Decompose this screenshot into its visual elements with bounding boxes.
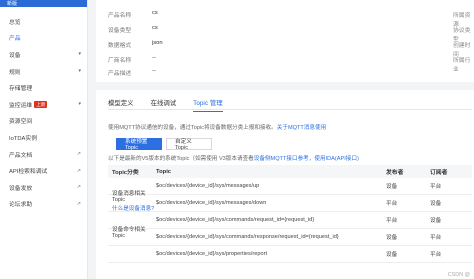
group-command-label: 设备命令相关Topic <box>112 227 146 239</box>
tab-topic-management[interactable]: Topic 管理 <box>193 97 224 112</box>
info-right-industry: 所属行业 <box>453 58 471 73</box>
chevron-down-icon: ▾ <box>78 68 81 75</box>
tab-online-debug[interactable]: 在线调试 <box>151 97 177 109</box>
info-row-description: 产品描述 -- <box>108 68 156 77</box>
header-category: Topic分类 <box>112 170 139 176</box>
table-row: $oc/devices/{device_id}/sys/commands/res… <box>108 229 472 246</box>
header-publisher: 发布者 <box>386 170 404 176</box>
sidebar: 新版 总览 产品 设备 ▾ 规则 ▾ 存储管理 监控运维 上新 ▾ 资源空间 IoTDA… <box>0 0 88 279</box>
custom-topic-button[interactable]: 自定义Topic <box>166 138 212 151</box>
sidebar-item-docs[interactable]: 产品文档 ↗ <box>0 146 87 163</box>
product-info-card: 产品名称 cs 设备类型 cs 数据格式 json 厂商名称 -- 产品描述 -- 所属资… <box>96 0 474 82</box>
info-row-device-type: 设备类型 cs <box>108 25 158 34</box>
header-subscriber: 订阅者 <box>430 170 448 176</box>
sidebar-item-overview[interactable]: 总览 <box>0 13 87 30</box>
main-content: 产品名称 cs 设备类型 cs 数据格式 json 厂商名称 -- 产品描述 -- 所属资… <box>88 0 474 279</box>
header-topic: Topic <box>156 168 172 175</box>
external-link-icon: ↗ <box>76 184 81 191</box>
info-row-vendor: 厂商名称 -- <box>108 55 156 64</box>
topic-type-toggle: 系统预置Topic 自定义Topic <box>116 138 212 151</box>
mqtt-reference-link[interactable]: 设备侧MQTT接口参考，使用IDA(API接口) <box>254 156 359 162</box>
group-command: 设备命令相关Topic <box>108 225 156 239</box>
table-row: $oc/devices/{device_id}/sys/messages/dow… <box>108 195 472 212</box>
table-row: $oc/devices/{device_id}/sys/commands/req… <box>108 212 472 229</box>
new-badge: 上新 <box>34 100 48 108</box>
tab-bar: 模型定义 在线调试 Topic 管理 <box>108 97 472 112</box>
sidebar-item-rules[interactable]: 规则 ▾ <box>0 63 87 80</box>
group-message-label: 设备消息相关Topic <box>112 191 146 203</box>
topic-description: 使用MQTT协议通信的设备，通过Topic将设备数据分类上报和接收。关于MQTT… <box>108 125 327 131</box>
sidebar-item-resource-space[interactable]: 资源空间 <box>0 113 87 130</box>
sidebar-item-monitoring[interactable]: 监控运维 上新 ▾ <box>0 96 87 113</box>
table-header: Topic分类 Topic 发布者 订阅者 <box>108 165 472 178</box>
sidebar-header[interactable]: 新版 <box>0 0 87 7</box>
sidebar-item-provisioning[interactable]: 设备发放 ↗ <box>0 179 87 196</box>
sidebar-item-storage[interactable]: 存储管理 <box>0 79 87 96</box>
sidebar-top-label: 新版 <box>7 1 18 7</box>
external-link-icon: ↗ <box>76 151 81 158</box>
table-row: $oc/devices/{device_id}/sys/messages/up 设… <box>108 178 472 195</box>
watermark: CSDN @ <box>447 272 470 278</box>
info-row-name: 产品名称 cs <box>108 10 158 19</box>
what-is-device-message-link[interactable]: 什么是设备消息? <box>112 204 156 212</box>
sidebar-item-forum[interactable]: 论坛求助 ↗ <box>0 196 87 213</box>
sidebar-item-device[interactable]: 设备 ▾ <box>0 46 87 63</box>
sidebar-item-api[interactable]: API检索和调试 ↗ <box>0 162 87 179</box>
mqtt-usage-link[interactable]: 关于MQTT消息使用 <box>277 125 326 131</box>
group-message: 设备消息相关Topic 什么是设备消息? <box>108 189 156 212</box>
tab-model-definition[interactable]: 模型定义 <box>108 97 134 109</box>
info-row-data-format: 数据格式 json <box>108 40 163 49</box>
topic-card: 模型定义 在线调试 Topic 管理 使用MQTT协议通信的设备，通过Topic… <box>96 90 474 279</box>
sidebar-item-product[interactable]: 产品 <box>0 30 87 47</box>
sidebar-item-iotda-instance[interactable]: IoTDA实例 <box>0 129 87 146</box>
system-topic-button[interactable]: 系统预置Topic <box>116 138 162 151</box>
chevron-down-icon: ▾ <box>78 101 81 108</box>
chevron-down-icon: ▾ <box>78 51 81 58</box>
version-note: 以下是最新的V5版本的系统Topic（如需使用 V3版本请查看设备侧MQTT接口… <box>108 156 359 162</box>
topic-table: Topic分类 Topic 发布者 订阅者 设备消息相关Topic 什么是设备消… <box>108 165 472 263</box>
table-row: $oc/devices/{device_id}/sys/properties/r… <box>108 246 472 263</box>
external-link-icon: ↗ <box>76 167 81 174</box>
external-link-icon: ↗ <box>76 200 81 207</box>
table-body: 设备消息相关Topic 什么是设备消息? 设备命令相关Topic $oc/dev… <box>108 178 472 263</box>
